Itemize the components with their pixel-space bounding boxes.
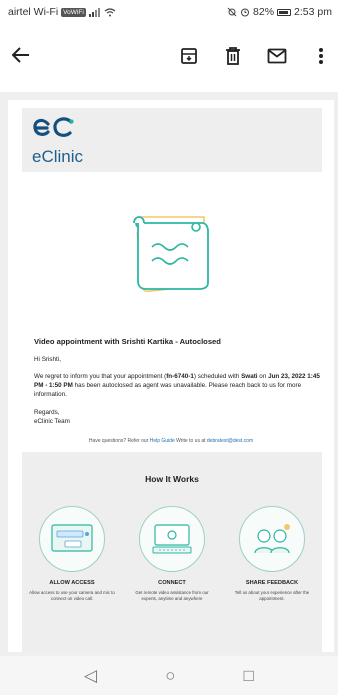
help-guide-link[interactable]: Help Guide — [150, 438, 175, 444]
nav-back-button[interactable]: ◁ — [84, 667, 97, 684]
step-share-feedback: SHARE FEEDBACK Tell us about your experi… — [224, 505, 320, 602]
body-text-4: has been autoclosed as agent was unavail… — [34, 382, 302, 399]
signature-text: eClinic Team — [34, 417, 70, 425]
step-title: CONNECT — [158, 579, 186, 586]
email-content: Video appointment with Srishti Kartika -… — [8, 336, 334, 426]
body-paragraph: We regret to inform you that your appoin… — [34, 372, 320, 399]
status-bar: airtel Wi-Fi VoWiFi 82% 2:53 pm — [0, 0, 338, 24]
signoff: Regards, eClinic Team — [34, 408, 320, 426]
wifi-icon — [104, 7, 116, 16]
archive-button[interactable] — [178, 45, 200, 67]
step-connect: CONNECT Get remote video assistance from… — [124, 505, 220, 602]
archive-icon — [181, 48, 197, 64]
battery-icon — [277, 8, 292, 16]
toolbar-actions — [178, 45, 332, 67]
mail-icon — [267, 48, 287, 64]
connect-icon — [152, 524, 192, 554]
clock: 2:53 pm — [294, 6, 332, 18]
signal-icon — [88, 7, 100, 17]
step-title: SHARE FEEDBACK — [245, 579, 299, 586]
status-left: airtel Wi-Fi VoWiFi — [8, 6, 116, 18]
app-toolbar — [0, 24, 338, 88]
help-footnote: Have questions? Refer our Help Guide Wri… — [8, 438, 334, 444]
how-it-works-section: How It Works ALLOW ACCESS Allow access t… — [22, 451, 322, 652]
more-vert-icon — [319, 48, 323, 64]
arrow-left-icon — [11, 47, 29, 63]
help-mid: Write to us at — [174, 437, 207, 444]
notification-icon — [227, 7, 237, 17]
step-circle — [139, 505, 205, 572]
step-description: Tell us about your experience after the … — [234, 589, 310, 601]
hero-illustration — [8, 172, 334, 336]
back-button[interactable] — [11, 43, 42, 69]
body-text-3: on — [257, 373, 269, 381]
allow-access-icon — [51, 524, 93, 552]
help-prefix: Have questions? Refer our — [88, 437, 150, 444]
volte-badge: VoWiFi — [61, 7, 86, 17]
steps-row: ALLOW ACCESS Allow access to use your ca… — [22, 505, 322, 602]
delete-button[interactable] — [222, 45, 244, 67]
share-feedback-icon — [254, 523, 290, 553]
email-card: eClinic Video appointment with Srishti K… — [8, 100, 334, 652]
step-title: ALLOW ACCESS — [49, 579, 95, 586]
step-circle — [39, 505, 105, 572]
step-allow-access: ALLOW ACCESS Allow access to use your ca… — [24, 505, 120, 602]
support-email-link[interactable]: debratest@dest.com — [207, 438, 253, 444]
delete-icon — [226, 47, 240, 65]
nav-home-button[interactable]: ○ — [165, 667, 175, 684]
mark-unread-button[interactable] — [266, 45, 288, 67]
document-illustration-icon — [133, 216, 209, 293]
nav-recents-button[interactable]: □ — [244, 667, 254, 684]
appointment-id: fn-6740-1 — [166, 373, 194, 381]
regards-text: Regards, — [34, 408, 60, 416]
step-description: Allow access to use your camera and mic … — [29, 589, 115, 601]
body-text-2: ) scheduled with — [193, 373, 242, 381]
brand-header: eClinic — [22, 108, 322, 172]
battery-percent: 82% — [253, 6, 275, 18]
how-it-works-title: How It Works — [145, 473, 199, 484]
status-right: 82% 2:53 pm — [227, 6, 332, 18]
more-options-button[interactable] — [310, 45, 332, 67]
body-text-1: We regret to inform you that your appoin… — [34, 373, 167, 381]
eclinic-logo — [33, 117, 74, 137]
alarm-icon — [241, 8, 250, 17]
system-nav-bar: ◁ ○ □ — [0, 656, 338, 695]
email-viewport[interactable]: eClinic Video appointment with Srishti K… — [0, 92, 338, 656]
step-description: Get remote video assistance from our exp… — [135, 589, 209, 601]
email-subject: Video appointment with Srishti Kartika -… — [34, 337, 221, 346]
brand-name: eClinic — [32, 147, 84, 166]
step-circle — [239, 505, 305, 572]
greeting: Hi Srishti, — [34, 356, 61, 363]
carrier-label: airtel Wi-Fi — [8, 6, 59, 18]
agent-name: Swati — [241, 373, 258, 381]
